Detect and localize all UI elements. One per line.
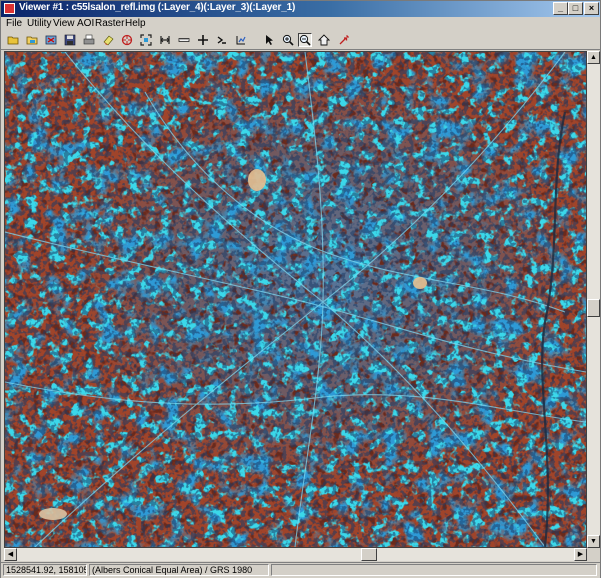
- scroll-right-button[interactable]: ▶: [574, 548, 587, 561]
- zoom-in-icon[interactable]: [281, 33, 295, 47]
- title-bar[interactable]: Viewer #1 : c55lsalon_refl.img (:Layer_4…: [1, 1, 600, 17]
- zoom-out-icon[interactable]: [298, 33, 312, 47]
- close-button[interactable]: ×: [584, 2, 599, 15]
- menu-bar: File Utility View AOI Raster Help: [1, 17, 600, 32]
- crosshair-icon[interactable]: [196, 33, 210, 47]
- viewer-window: Viewer #1 : c55lsalon_refl.img (:Layer_4…: [0, 0, 601, 578]
- toolbar: [1, 32, 600, 50]
- scroll-down-button[interactable]: ▼: [587, 535, 600, 548]
- roam-icon[interactable]: [317, 33, 331, 47]
- save-icon[interactable]: [63, 33, 77, 47]
- horizontal-scrollbar[interactable]: ◀ ▶: [4, 548, 587, 561]
- status-message: [271, 564, 597, 576]
- reset-icon[interactable]: [120, 33, 134, 47]
- scale-icon[interactable]: [158, 33, 172, 47]
- window-title: Viewer #1 : c55lsalon_refl.img (:Layer_4…: [19, 2, 296, 13]
- open-layer-icon[interactable]: [25, 33, 39, 47]
- measure-icon[interactable]: [177, 33, 191, 47]
- menu-aoi[interactable]: AOI: [77, 18, 94, 29]
- menu-file[interactable]: File: [6, 18, 22, 29]
- menu-raster[interactable]: Raster: [95, 18, 124, 29]
- maximize-button[interactable]: □: [568, 2, 583, 15]
- minimize-button[interactable]: _: [553, 2, 568, 15]
- app-icon: [4, 3, 15, 14]
- scroll-left-button[interactable]: ◀: [4, 548, 17, 561]
- status-bar: 1528541.92, 1581052.21 (Albers Conical E…: [1, 562, 600, 578]
- horizontal-scroll-thumb[interactable]: [361, 548, 377, 561]
- coordinate-readout: 1528541.92, 1581052.21: [3, 564, 87, 576]
- open-folder-icon[interactable]: [6, 33, 20, 47]
- inquire-icon[interactable]: [215, 33, 229, 47]
- pan-icon[interactable]: [337, 33, 351, 47]
- info-icon[interactable]: [234, 33, 248, 47]
- menu-view[interactable]: View: [53, 18, 75, 29]
- satellite-image: [5, 52, 586, 547]
- erase-icon[interactable]: [101, 33, 115, 47]
- scroll-up-button[interactable]: ▲: [587, 51, 600, 64]
- print-icon[interactable]: [82, 33, 96, 47]
- image-viewer[interactable]: [4, 51, 587, 548]
- fit-window-icon[interactable]: [139, 33, 153, 47]
- projection-readout: (Albers Conical Equal Area) / GRS 1980: [89, 564, 269, 576]
- vertical-scrollbar[interactable]: ▲ ▼: [587, 51, 600, 548]
- select-arrow-icon[interactable]: [263, 33, 277, 47]
- menu-utility[interactable]: Utility: [27, 18, 51, 29]
- close-layer-icon[interactable]: [44, 33, 58, 47]
- vertical-scroll-thumb[interactable]: [587, 299, 600, 317]
- menu-help[interactable]: Help: [125, 18, 146, 29]
